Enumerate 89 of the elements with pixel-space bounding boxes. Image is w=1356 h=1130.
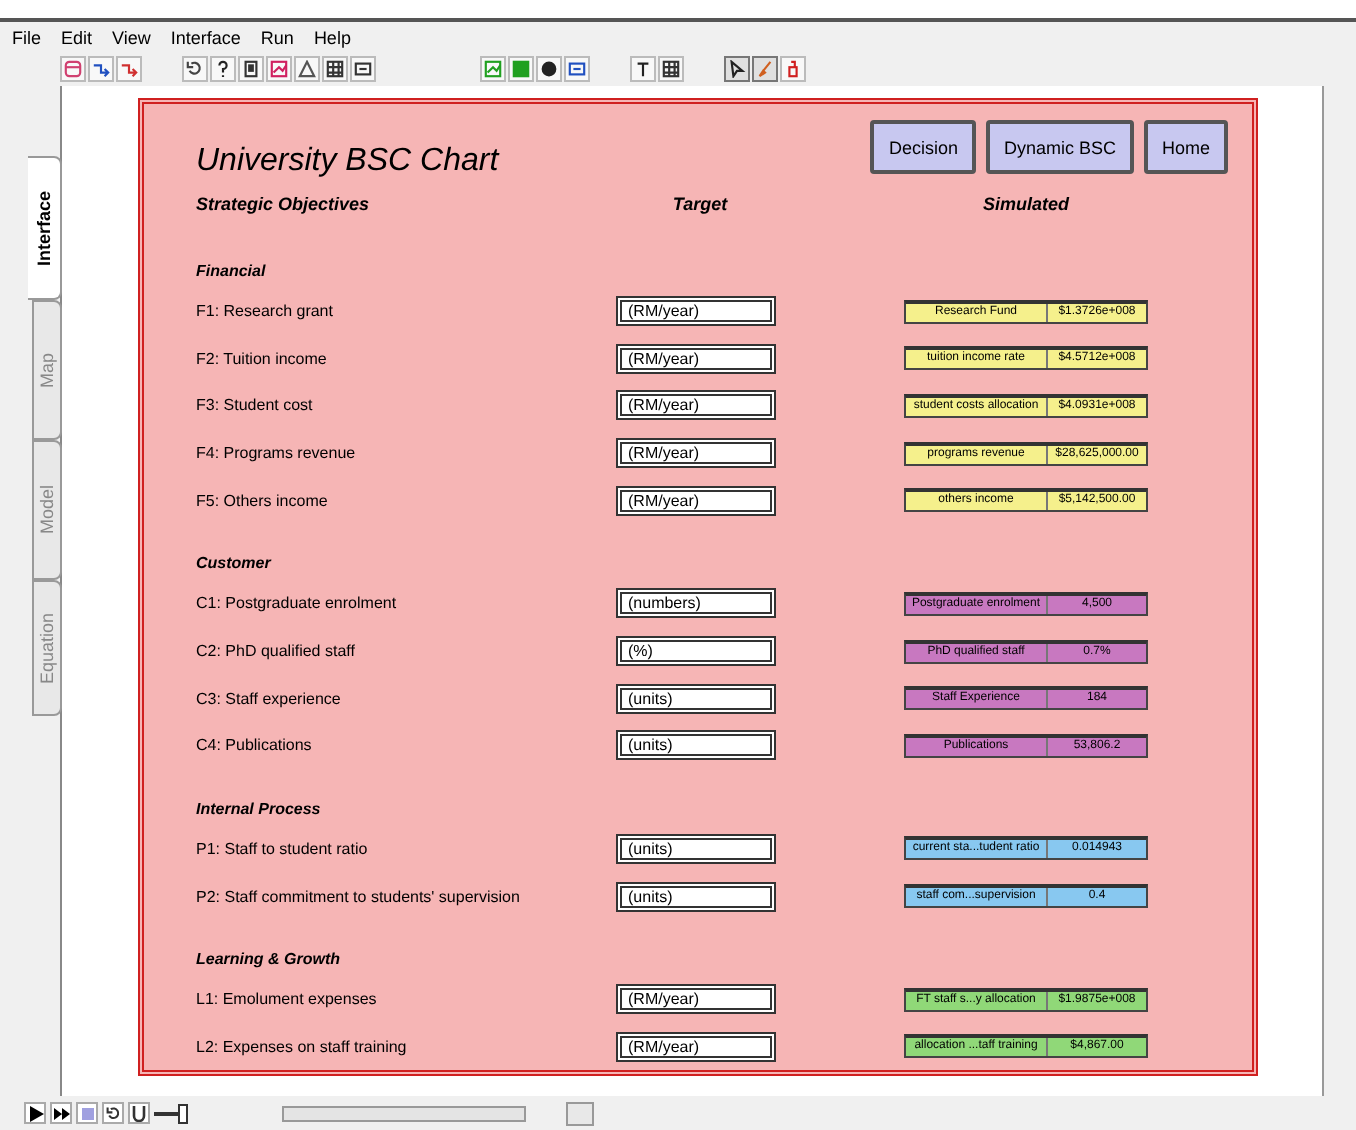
target-field[interactable]: (units) bbox=[616, 730, 776, 761]
cup-icon bbox=[132, 1105, 146, 1121]
target-field[interactable]: (RM/year) bbox=[616, 438, 776, 469]
table-tool-button[interactable] bbox=[658, 56, 684, 82]
objective-label: L1: Emolument expenses bbox=[196, 990, 379, 1009]
side-tab[interactable]: Interface bbox=[28, 156, 62, 300]
objective-label: F1: Research grant bbox=[196, 302, 335, 321]
document-tool-button[interactable] bbox=[238, 56, 264, 82]
target-field[interactable]: (RM/year) bbox=[616, 485, 776, 516]
objective-label: P1: Staff to student ratio bbox=[196, 839, 370, 858]
bottle-icon bbox=[784, 60, 802, 78]
objective-label: F2: Tuition income bbox=[196, 349, 329, 368]
nav-button[interactable]: Dynamic BSC bbox=[985, 120, 1134, 174]
target-field[interactable]: (units) bbox=[616, 683, 776, 714]
fast-forward-button[interactable] bbox=[50, 1102, 72, 1124]
nav-button[interactable]: Decision bbox=[870, 120, 976, 174]
nav-button[interactable]: Home bbox=[1143, 120, 1228, 174]
brush-icon bbox=[756, 60, 774, 78]
document-icon bbox=[242, 60, 260, 78]
fast-forward-icon bbox=[53, 1105, 69, 1121]
menu-item[interactable]: Edit bbox=[61, 27, 93, 47]
line-chart-icon bbox=[484, 60, 502, 78]
target-field[interactable]: (RM/year) bbox=[616, 1031, 776, 1062]
menu-item[interactable]: Run bbox=[260, 27, 294, 47]
section-title: Financial bbox=[196, 261, 268, 280]
card-icon bbox=[354, 60, 372, 78]
help-tool-button[interactable] bbox=[210, 56, 236, 82]
scrollbar[interactable] bbox=[566, 1101, 594, 1125]
line-chart-tool-button[interactable] bbox=[480, 56, 506, 82]
table-icon bbox=[662, 60, 680, 78]
table-icon bbox=[326, 60, 344, 78]
objective-label: F3: Student cost bbox=[196, 396, 315, 415]
cup-button[interactable] bbox=[128, 1102, 150, 1124]
arrow-tool-button[interactable] bbox=[88, 56, 114, 82]
objective-label: C1: Postgraduate enrolment bbox=[196, 594, 399, 613]
objective-label: C2: PhD qualified staff bbox=[196, 642, 357, 660]
menu-item[interactable]: Help bbox=[313, 27, 351, 47]
objective-label: F5: Others income bbox=[196, 491, 330, 510]
reset-button[interactable] bbox=[102, 1102, 124, 1124]
objective-label: F4: Programs revenue bbox=[196, 444, 358, 463]
menu-item[interactable]: Interface bbox=[170, 27, 241, 47]
text-tool-icon bbox=[634, 60, 652, 78]
text-tool-tool-button[interactable] bbox=[630, 56, 656, 82]
target-field[interactable]: (%) bbox=[616, 636, 776, 666]
triangle-icon bbox=[298, 60, 316, 78]
table-tool-button[interactable] bbox=[322, 56, 348, 82]
section-title: Internal Process bbox=[196, 799, 323, 818]
target-field[interactable]: (RM/year) bbox=[616, 984, 776, 1015]
triangle-tool-button[interactable] bbox=[294, 56, 320, 82]
stop-icon bbox=[81, 1107, 93, 1119]
bottle-tool-button[interactable] bbox=[780, 56, 806, 82]
menu-item[interactable]: View bbox=[112, 27, 151, 47]
target-field[interactable]: (RM/year) bbox=[616, 390, 776, 421]
chart-title: University BSC Chart bbox=[196, 144, 499, 180]
card-tool-button[interactable] bbox=[350, 56, 376, 82]
target-field[interactable]: (units) bbox=[616, 881, 776, 912]
cylinder-tool-button[interactable] bbox=[60, 56, 86, 82]
objective-label: C3: Staff experience bbox=[196, 689, 343, 708]
arrow-tool-button[interactable] bbox=[116, 56, 142, 82]
play-icon bbox=[27, 1105, 43, 1121]
column-heading: Simulated bbox=[980, 193, 1072, 214]
play-button[interactable] bbox=[24, 1102, 46, 1124]
cylinder-icon bbox=[64, 60, 82, 78]
objective-label: C4: Publications bbox=[196, 736, 314, 755]
target-field[interactable]: (RM/year) bbox=[616, 343, 776, 374]
section-title: Learning & Growth bbox=[196, 949, 342, 968]
card-icon bbox=[568, 60, 586, 78]
column-heading: Target bbox=[670, 193, 730, 214]
cycle-tool-button[interactable] bbox=[182, 56, 208, 82]
help-icon bbox=[214, 60, 232, 78]
objective-label: L2: Expenses on staff training bbox=[196, 1037, 409, 1056]
reset-icon bbox=[105, 1105, 121, 1121]
dot-tool-button[interactable] bbox=[536, 56, 562, 82]
line-chart-tool-button[interactable] bbox=[266, 56, 292, 82]
section-title: Customer bbox=[196, 554, 274, 573]
arrow-icon bbox=[120, 60, 138, 78]
target-field[interactable]: (units) bbox=[616, 833, 776, 864]
target-field[interactable]: (RM/year) bbox=[616, 296, 776, 327]
target-field[interactable]: (numbers) bbox=[616, 588, 776, 619]
arrow-icon bbox=[92, 60, 110, 78]
cycle-icon bbox=[186, 60, 204, 78]
line-chart-icon bbox=[270, 60, 288, 78]
menu-item[interactable]: File bbox=[12, 27, 42, 47]
column-heading: Strategic Objectives bbox=[196, 193, 372, 214]
pointer-icon bbox=[728, 60, 746, 78]
dot-icon bbox=[540, 60, 558, 78]
pointer-tool-button[interactable] bbox=[724, 56, 750, 82]
card-tool-button[interactable] bbox=[564, 56, 590, 82]
objective-label: P2: Staff commitment to students' supervision bbox=[196, 887, 522, 906]
